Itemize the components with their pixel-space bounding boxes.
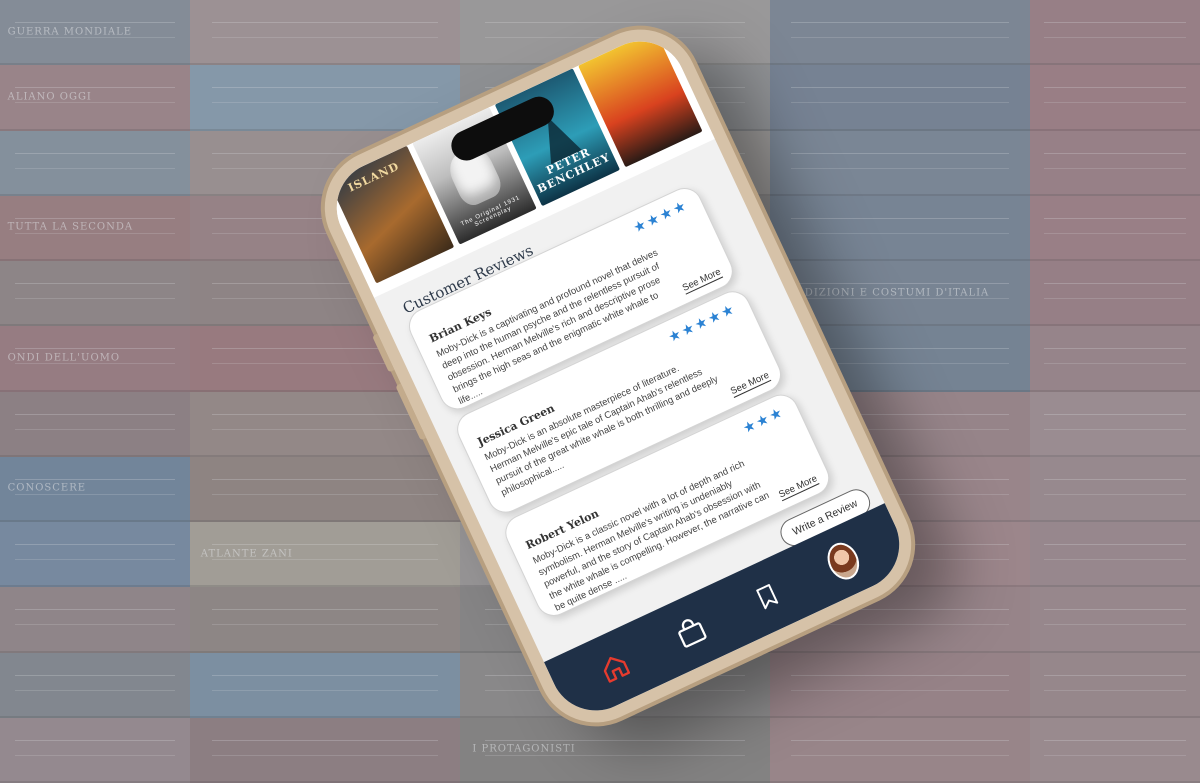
see-more-link[interactable]: See More [777,473,820,502]
see-more-link[interactable]: See More [680,266,724,295]
avatar [821,537,865,585]
home-icon[interactable] [595,648,635,688]
bookmark-icon[interactable] [747,577,787,617]
profile-avatar[interactable] [821,537,865,585]
bag-icon[interactable] [671,612,711,652]
see-more-link[interactable]: See More [728,369,772,399]
